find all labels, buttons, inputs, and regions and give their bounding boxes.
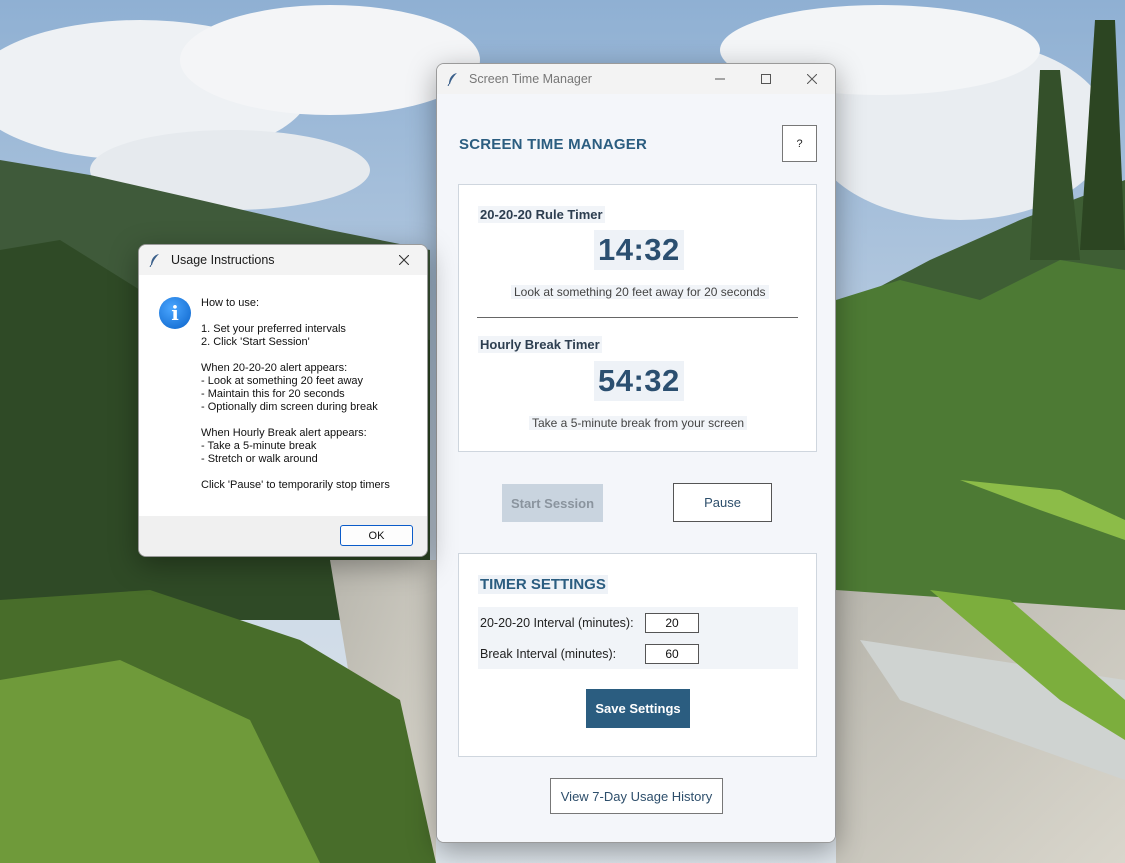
instruction-line [201,466,421,479]
timers-panel: 20-20-20 Rule Timer 14:32 Look at someth… [458,184,817,452]
minimize-button[interactable] [697,64,743,94]
instruction-line: When Hourly Break alert appears: [201,427,367,439]
usage-history-button[interactable]: View 7-Day Usage History [550,778,723,814]
dialog-body: i How to use: 1. Set your preferred inter… [139,275,427,516]
dialog-footer: OK [139,516,427,556]
settings-title: TIMER SETTINGS [478,575,608,594]
instruction-line [201,414,421,427]
rule-timer-hint: Look at something 20 feet away for 20 se… [511,285,769,299]
start-session-button[interactable]: Start Session [502,484,603,522]
instruction-line: How to use: [201,297,260,309]
pause-button[interactable]: Pause [673,483,772,522]
instruction-line: - Stretch or walk around [201,453,318,465]
instruction-line: - Optionally dim screen during break [201,401,378,413]
instructions-text: How to use: 1. Set your preferred interva… [201,297,421,492]
maximize-button[interactable] [743,64,789,94]
page-title: SCREEN TIME MANAGER [459,136,647,153]
instruction-line: 1. Set your preferred intervals [201,323,346,335]
instruction-line: - Look at something 20 feet away [201,375,364,387]
minimize-icon [715,78,725,80]
rule-timer-countdown: 14:32 [594,230,684,270]
window-title: Screen Time Manager [469,72,592,86]
break-interval-input[interactable] [645,644,699,664]
close-icon [807,74,817,84]
timer-settings-panel: TIMER SETTINGS 20-20-20 Interval (minute… [458,553,817,757]
dialog-close-button[interactable] [381,245,427,275]
break-interval-label: Break Interval (minutes): [480,647,617,661]
rule-timer-label: 20-20-20 Rule Timer [478,206,605,223]
rule-interval-input[interactable] [645,613,699,633]
main-titlebar[interactable]: Screen Time Manager [437,64,835,94]
main-content: SCREEN TIME MANAGER ? 20-20-20 Rule Time… [437,94,835,842]
maximize-icon [761,74,771,84]
dialog-title: Usage Instructions [171,253,275,267]
instruction-line: When 20-20-20 alert appears: [201,362,348,374]
save-settings-button[interactable]: Save Settings [586,689,690,728]
help-button[interactable]: ? [782,125,817,162]
instruction-line [201,310,421,323]
rule-interval-label: 20-20-20 Interval (minutes): [480,616,634,630]
close-icon [399,255,409,265]
info-icon: i [159,297,191,329]
break-timer-label: Hourly Break Timer [478,336,602,353]
instruction-line: - Take a 5-minute break [201,440,317,452]
settings-fields: 20-20-20 Interval (minutes): Break Inter… [478,607,798,669]
break-timer-countdown: 54:32 [594,361,684,401]
feather-icon [447,72,461,86]
close-button[interactable] [789,64,835,94]
instruction-line: Click 'Pause' to temporarily stop timers [201,479,390,491]
usage-instructions-dialog: Usage Instructions i How to use: 1. Set y… [138,244,428,557]
ok-button[interactable]: OK [340,525,413,546]
break-timer-hint: Take a 5-minute break from your screen [529,416,748,430]
screen-time-manager-window: Screen Time Manager SCREEN TIME MANAGER … [436,63,836,843]
feather-icon [149,253,163,267]
timers-divider [477,317,798,318]
dialog-titlebar[interactable]: Usage Instructions [139,245,427,275]
instruction-line: - Maintain this for 20 seconds [201,388,345,400]
instruction-line [201,349,421,362]
instruction-line: 2. Click 'Start Session' [201,336,310,348]
